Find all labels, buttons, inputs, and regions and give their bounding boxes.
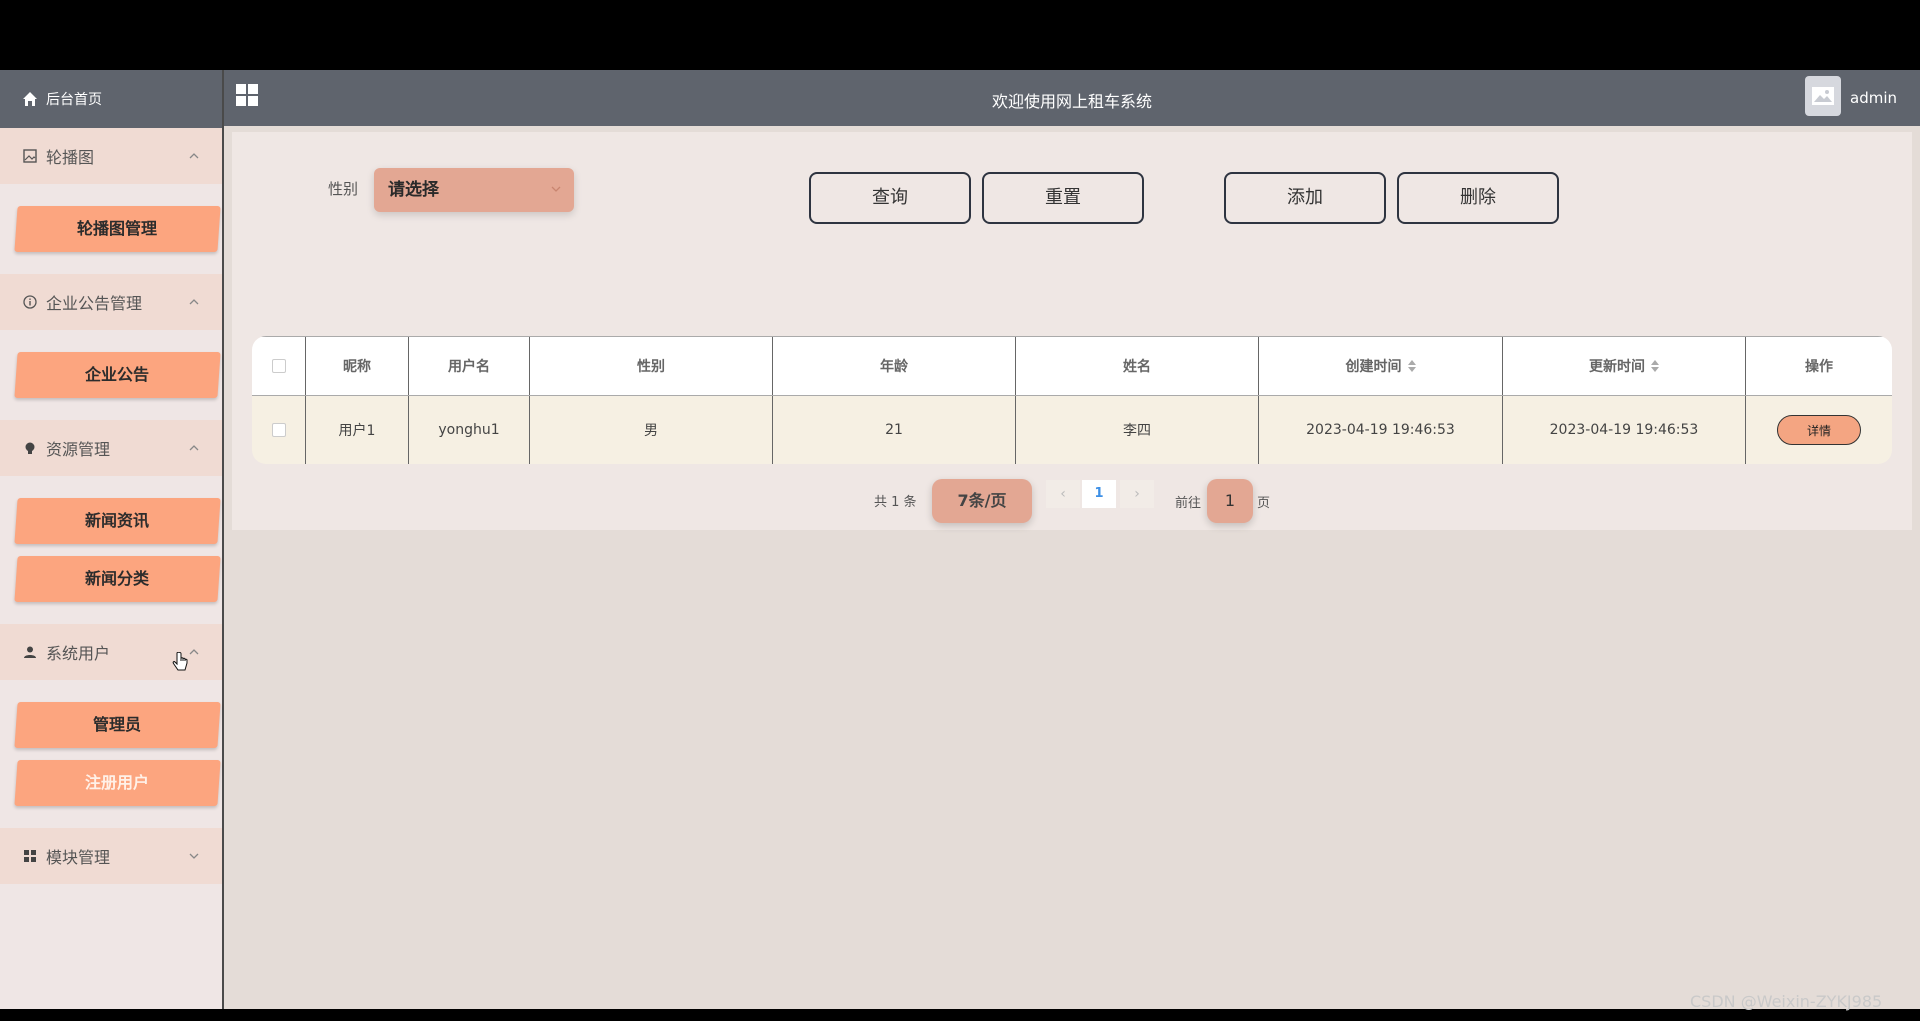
add-button[interactable]: 添加 [1224,172,1386,224]
cell-username: yonghu1 [409,396,530,464]
page-number-1[interactable]: 1 [1082,480,1116,508]
top-header: 欢迎使用网上租车系统 admin [224,70,1920,126]
sidebar-group-label: 模块管理 [46,848,111,867]
top-letterbox [0,0,1920,70]
total-count: 共 1 条 [874,495,917,510]
sidebar-group-system-users[interactable]: 系统用户 [0,624,222,680]
sort-icon[interactable] [1407,360,1416,372]
col-name: 姓名 [1016,337,1259,395]
row-select-cell [252,396,306,464]
sidebar-home-label: 后台首页 [46,92,102,108]
bottom-letterbox [0,1009,1920,1021]
sidebar-item-news-category[interactable]: 新闻分类 [14,556,221,602]
select-all-checkbox[interactable] [271,359,286,373]
mouse-cursor-icon [172,652,188,671]
chevron-down-icon [189,853,199,859]
bulb-icon [22,440,38,456]
sidebar-home[interactable]: 后台首页 [0,70,222,128]
col-created[interactable]: 创建时间 [1259,337,1503,395]
grid-icon [22,848,38,864]
sidebar-group-carousel[interactable]: 轮播图 [0,128,222,184]
table-row: 用户1 yonghu1 男 21 李四 2023-04-19 19:46:53 … [252,396,1892,464]
col-gender: 性别 [530,337,773,395]
sidebar-group-notice[interactable]: 企业公告管理 [0,274,222,330]
pagination: 共 1 条 7条/页 ‹ 1 › 前往 1 页 [232,477,1912,527]
chevron-up-icon [189,299,199,305]
gender-filter-label: 性别 [328,180,359,198]
select-all-cell [252,337,306,395]
sidebar: 后台首页 轮播图 轮播图管理 企业公告管理 企业公告 资源管理 新闻资讯 新闻分… [0,70,224,1009]
sidebar-group-resource[interactable]: 资源管理 [0,420,222,476]
col-nickname: 昵称 [306,337,409,395]
chevron-up-icon [189,445,199,451]
col-updated[interactable]: 更新时间 [1503,337,1746,395]
detail-button[interactable]: 详情 [1777,415,1861,445]
cell-age: 21 [773,396,1016,464]
cell-updated: 2023-04-19 19:46:53 [1503,396,1746,464]
goto-label: 前往 [1175,496,1202,511]
goto-page-input[interactable]: 1 [1207,479,1253,523]
user-icon [22,644,38,660]
avatar[interactable] [1805,76,1841,116]
image-placeholder-icon [1812,87,1834,105]
chevron-up-icon [189,649,199,655]
table-header: 昵称 用户名 性别 年龄 姓名 创建时间 更新时间 操作 [252,336,1892,396]
reset-button[interactable]: 重置 [982,172,1144,224]
next-page-button[interactable]: › [1120,480,1154,508]
home-icon [23,92,37,106]
prev-page-button[interactable]: ‹ [1046,480,1080,508]
info-icon [22,294,38,310]
sidebar-group-modules[interactable]: 模块管理 [0,828,222,884]
cell-nickname: 用户1 [306,396,409,464]
cell-actions: 详情 [1746,396,1892,464]
app-window: 后台首页 轮播图 轮播图管理 企业公告管理 企业公告 资源管理 新闻资讯 新闻分… [0,70,1920,1009]
sort-icon[interactable] [1651,360,1659,372]
sidebar-item-notice[interactable]: 企业公告 [14,352,221,398]
image-icon [22,148,38,164]
sidebar-item-admin[interactable]: 管理员 [14,702,221,748]
cell-created: 2023-04-19 19:46:53 [1259,396,1503,464]
query-button[interactable]: 查询 [809,172,971,224]
col-actions: 操作 [1805,359,1833,375]
delete-button[interactable]: 删除 [1397,172,1559,224]
username-label[interactable]: admin [1850,89,1897,107]
main-panel: 性别 请选择 查询 重置 添加 删除 昵称 用户名 性别 年龄 姓名 创建时间 … [232,132,1912,530]
cell-name: 李四 [1016,396,1259,464]
sidebar-group-label: 系统用户 [46,644,111,663]
sidebar-group-label: 企业公告管理 [46,294,143,313]
page-title: 欢迎使用网上租车系统 [991,92,1152,111]
sidebar-item-news[interactable]: 新闻资讯 [14,498,221,544]
page-size-select[interactable]: 7条/页 [932,479,1032,523]
row-checkbox[interactable] [271,423,286,437]
chevron-down-icon [551,186,561,192]
sidebar-item-carousel-manage[interactable]: 轮播图管理 [14,206,221,252]
col-age: 年龄 [773,337,1016,395]
sidebar-group-label: 资源管理 [46,440,111,459]
chevron-up-icon [189,153,199,159]
page-suffix: 页 [1257,496,1271,511]
col-username: 用户名 [409,337,530,395]
sidebar-item-registered-users[interactable]: 注册用户 [14,760,221,806]
watermark: CSDN @Weixin-ZYKJ985 [1690,992,1883,1011]
gender-select[interactable]: 请选择 [374,168,574,212]
cell-gender: 男 [530,396,773,464]
sidebar-group-label: 轮播图 [46,148,95,167]
users-table: 昵称 用户名 性别 年龄 姓名 创建时间 更新时间 操作 用户1 yonghu1… [252,336,1892,464]
